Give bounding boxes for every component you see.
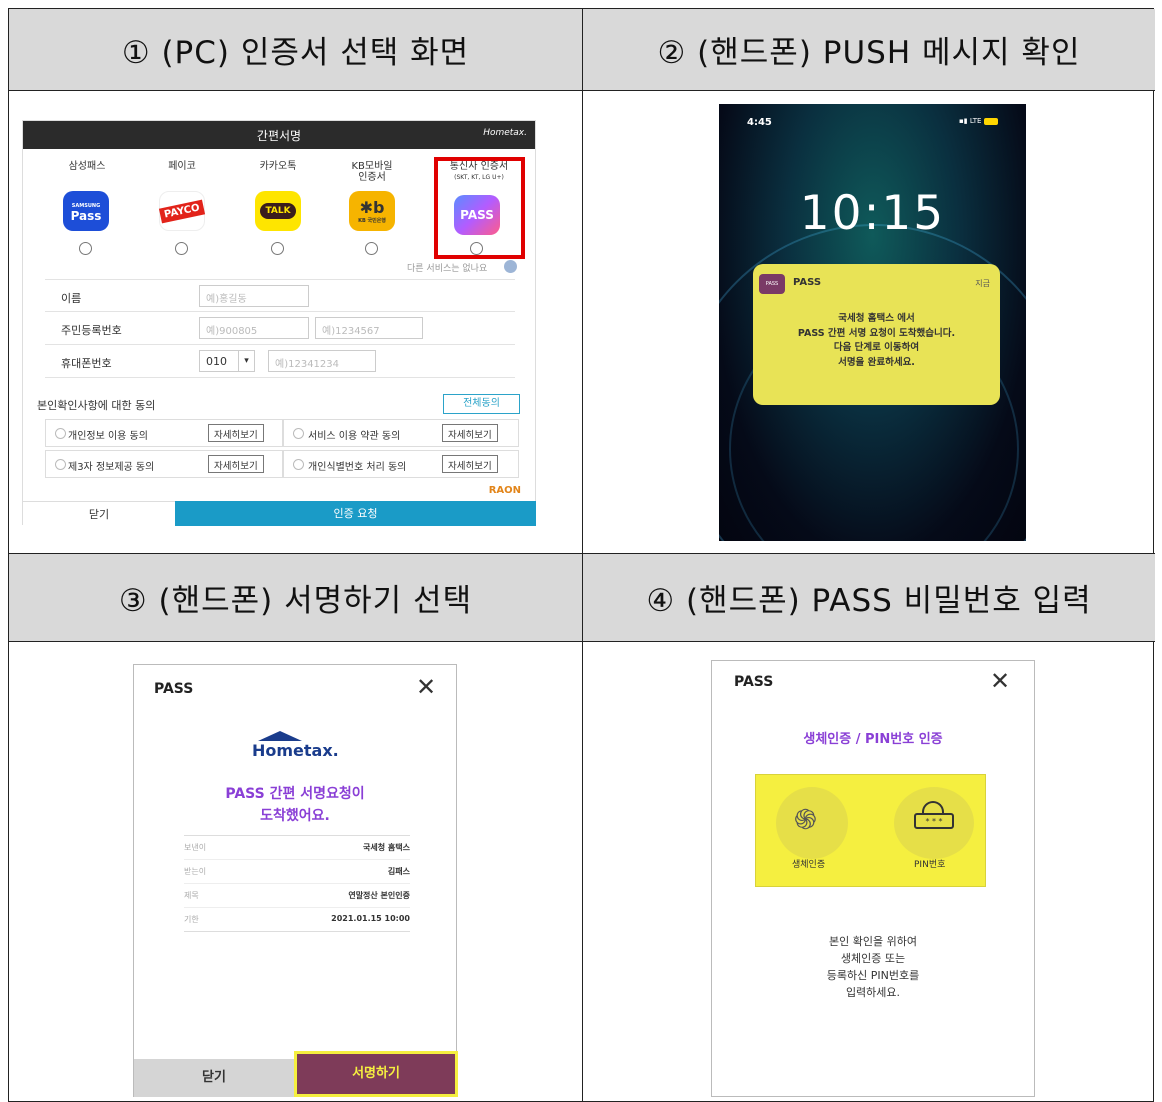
provider-payco-label: 페이코: [168, 161, 196, 172]
notif-body: 국세청 홈택스 에서 PASS 간편 서명 요청이 도착했습니다. 다음 단계로…: [797, 313, 956, 368]
consent-row: 서비스 이용 약관 동의 자세히보기: [283, 419, 519, 447]
detail-row: 받는이 김패스: [184, 860, 410, 884]
rrn-back-input[interactable]: 예)1234567: [315, 317, 423, 339]
consent-label: 서비스 이용 약관 동의: [308, 431, 401, 442]
rrn-label: 주민등록번호: [61, 324, 122, 337]
radio-kb[interactable]: [365, 242, 378, 255]
consent-row: 제3자 정보제공 동의 자세히보기: [45, 450, 283, 478]
name-label: 이름: [61, 292, 82, 305]
provider-kb-label: KB모바일 인증서: [351, 161, 393, 183]
step4-header: ④ (핸드폰) PASS 비밀번호 입력: [583, 553, 1155, 642]
house-icon: [258, 731, 302, 741]
lock-shackle-icon: [922, 801, 944, 813]
pass-app-title: PASS: [734, 674, 774, 690]
rrn-front-input[interactable]: 예)900805: [199, 317, 309, 339]
pass-highlight-box: [434, 157, 525, 259]
name-row: 이름 예)홍길동: [45, 279, 515, 312]
provider-kakao-label: 카카오톡: [259, 161, 297, 172]
phone-prefix-select[interactable]: 010 ▾: [199, 350, 255, 372]
detail-row: 기한 2021.01.15 10:00: [184, 908, 410, 932]
agree-all-button[interactable]: 전체동의: [443, 394, 520, 414]
pass-icon: PASS: [759, 274, 785, 294]
consent-radio[interactable]: [293, 428, 304, 439]
radio-kakao[interactable]: [271, 242, 284, 255]
lock-clock: 10:15: [799, 186, 946, 241]
pc-cert-window: 간편서명 Hometax. 삼성패스 SAMSUNG Pass 페이코 PAYC…: [22, 120, 536, 526]
close-button[interactable]: 닫기: [134, 1059, 294, 1097]
detail-button[interactable]: 자세히보기: [208, 455, 264, 473]
consent-label: 개인정보 이용 동의: [68, 431, 148, 442]
close-icon[interactable]: ✕: [990, 669, 1010, 693]
consent-row: 개인식별번호 처리 동의 자세히보기: [283, 450, 519, 478]
auth-request-button[interactable]: 인증 요청: [175, 501, 536, 526]
step1-title: ① (PC) 인증서 선택 화면: [121, 35, 470, 71]
provider-samsung-label: 삼성패스: [68, 161, 106, 172]
auth-method-title: 생체인증 / PIN번호 인증: [803, 732, 943, 747]
consent-radio[interactable]: [55, 428, 66, 439]
column-divider: [582, 9, 583, 1101]
close-icon[interactable]: ✕: [416, 675, 436, 699]
notif-app-name: PASS: [793, 277, 822, 288]
detail-button[interactable]: 자세히보기: [442, 455, 498, 473]
lock-screen: 4:45 ▪▮ LTE 10:15 PASS PASS 지금 국세청 홈택스 에…: [719, 104, 1026, 541]
hometax-logo: Hometax.: [483, 128, 527, 138]
help-icon[interactable]: [504, 260, 517, 273]
push-notification[interactable]: PASS PASS 지금 국세청 홈택스 에서 PASS 간편 서명 요청이 도…: [753, 264, 1000, 405]
sign-button[interactable]: 서명하기: [294, 1051, 458, 1097]
consent-label: 개인식별번호 처리 동의: [308, 462, 407, 473]
consent-label: 제3자 정보제공 동의: [68, 462, 155, 473]
close-button[interactable]: 닫기: [23, 501, 175, 526]
pc-title: 간편서명: [256, 128, 302, 143]
hometax-logo: Hometax.: [252, 729, 352, 763]
radio-samsung[interactable]: [79, 242, 92, 255]
biometric-option[interactable]: ֍: [776, 787, 848, 859]
step2-title: ② (핸드폰) PUSH 메시지 확인: [657, 35, 1081, 71]
lock-icon: * * *: [914, 813, 954, 829]
other-service-link[interactable]: 다른 서비스는 없나요: [407, 261, 487, 274]
detail-table: 보낸이 국세청 홈택스 받는이 김패스 제목 연말정산 본인인증 기한 2021.01.…: [184, 835, 410, 932]
kakaotalk-icon[interactable]: TALK: [255, 191, 301, 231]
payco-icon[interactable]: PAYCO: [158, 191, 206, 231]
consent-row: 개인정보 이용 동의 자세히보기: [45, 419, 283, 447]
detail-row: 보낸이 국세청 홈택스: [184, 836, 410, 860]
kb-bank-icon[interactable]: ✱b KB 국민은행: [349, 191, 395, 231]
step1-header: ① (PC) 인증서 선택 화면: [9, 9, 582, 91]
battery-icon: [983, 117, 998, 125]
phone-row: 휴대폰번호 010 ▾ 예)12341234: [45, 345, 515, 378]
status-signal: ▪▮ LTE: [959, 117, 998, 125]
sign-request-screen: PASS ✕ Hometax. PASS 간편 서명요청이 도착했어요. 보낸이…: [133, 664, 458, 1097]
pin-option[interactable]: * * *: [894, 787, 974, 859]
auth-options-box: ֍ 생체인증 * * * PIN번호: [755, 774, 986, 887]
sign-request-title: PASS 간편 서명요청이 도착했어요.: [225, 786, 365, 824]
name-input[interactable]: 예)홍길동: [199, 285, 309, 307]
detail-button[interactable]: 자세히보기: [442, 424, 498, 442]
detail-row: 제목 연말정산 본인인증: [184, 884, 410, 908]
notif-time: 지금: [975, 279, 990, 288]
step3-title: ③ (핸드폰) 서명하기 선택: [118, 583, 473, 619]
detail-button[interactable]: 자세히보기: [208, 424, 264, 442]
pc-title-bar: 간편서명 Hometax.: [23, 121, 535, 149]
status-time: 4:45: [747, 117, 772, 128]
chevron-down-icon: ▾: [238, 351, 254, 371]
raon-logo: RAON: [488, 485, 521, 496]
rrn-row: 주민등록번호 예)900805 예)1234567: [45, 312, 515, 345]
radio-payco[interactable]: [175, 242, 188, 255]
auth-method-screen: PASS ✕ 생체인증 / PIN번호 인증 ֍ 생체인증 * * * PIN번…: [711, 660, 1035, 1097]
step3-header: ③ (핸드폰) 서명하기 선택: [9, 553, 582, 642]
consent-radio[interactable]: [293, 459, 304, 470]
samsung-pass-icon[interactable]: SAMSUNG Pass: [63, 191, 109, 231]
step4-title: ④ (핸드폰) PASS 비밀번호 입력: [646, 583, 1092, 619]
auth-instructions: 본인 확인을 위하여 생체인증 또는 등록하신 PIN번호를 입력하세요.: [826, 935, 920, 999]
pass-app-title: PASS: [154, 681, 194, 697]
guide-table: ① (PC) 인증서 선택 화면 ② (핸드폰) PUSH 메시지 확인 ③ (…: [8, 8, 1155, 1102]
pin-label: PIN번호: [914, 860, 946, 870]
consent-radio[interactable]: [55, 459, 66, 470]
phone-label: 휴대폰번호: [61, 357, 112, 370]
biometric-label: 생체인증: [792, 860, 826, 870]
step2-header: ② (핸드폰) PUSH 메시지 확인: [583, 9, 1155, 91]
fingerprint-icon: ֍: [794, 803, 817, 836]
consent-title: 본인확인사항에 대한 동의: [37, 399, 156, 412]
phone-input[interactable]: 예)12341234: [268, 350, 376, 372]
